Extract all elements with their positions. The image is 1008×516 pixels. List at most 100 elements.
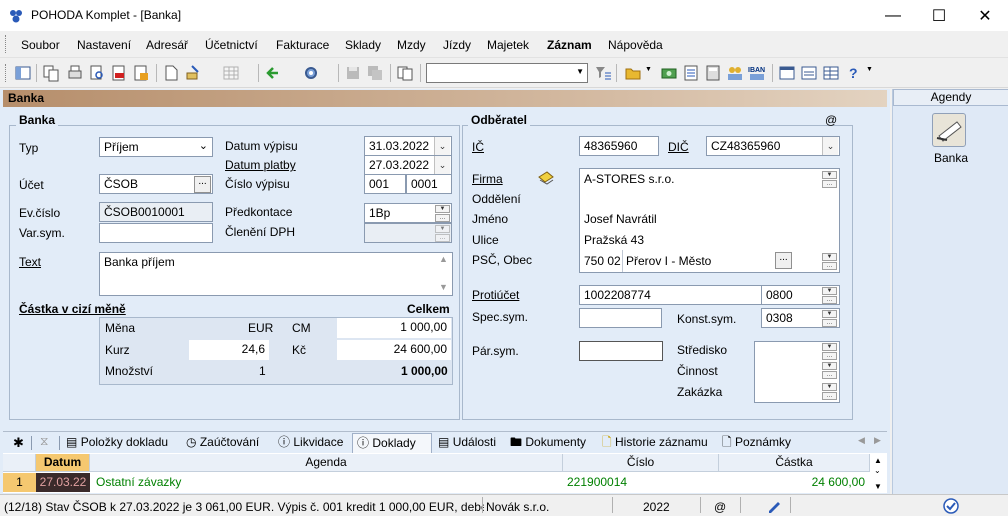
- grid-scroll-more-icon[interactable]: ⌄: [874, 466, 881, 475]
- ulice-value[interactable]: Pražská 43: [584, 233, 644, 247]
- print-icon[interactable]: [66, 64, 84, 82]
- menu-napoveda[interactable]: Nápověda: [608, 38, 663, 52]
- money-icon[interactable]: [660, 64, 678, 82]
- back-arrow-icon[interactable]: [264, 64, 282, 82]
- scroll-up-icon[interactable]: ▲: [439, 254, 448, 264]
- dic-dropdown-icon[interactable]: ⌄: [822, 137, 838, 155]
- agenda-item-banka[interactable]: Banka: [893, 151, 1008, 165]
- zakazka-browse-icon[interactable]: …: [822, 392, 837, 400]
- chevron-down-icon[interactable]: ▼: [576, 67, 584, 76]
- minimize-button[interactable]: —: [870, 0, 916, 31]
- edit-pen-icon[interactable]: [766, 498, 782, 514]
- menu-soubor[interactable]: Soubor: [21, 38, 60, 52]
- filter-icon[interactable]: ⧖: [40, 434, 48, 449]
- tab-likvidace[interactable]: ⓘ Likvidace: [274, 433, 343, 453]
- calculator-icon[interactable]: [704, 64, 722, 82]
- grid-scroll-up-icon[interactable]: ▲: [874, 456, 882, 465]
- panel-toggle-icon[interactable]: [14, 64, 32, 82]
- evcislo-field[interactable]: ČSOB0010001: [99, 202, 213, 222]
- grid-header-datum[interactable]: Datum: [36, 454, 90, 472]
- window-icon[interactable]: [778, 64, 796, 82]
- varsym-field[interactable]: [99, 223, 213, 243]
- copy-icon[interactable]: [42, 64, 60, 82]
- maximize-button[interactable]: ☐: [916, 0, 962, 31]
- tab-polozky[interactable]: ▤ Položky dokladu: [62, 433, 168, 453]
- menu-zaznam[interactable]: Záznam: [547, 38, 592, 52]
- bank-code-browse-icon[interactable]: …: [822, 296, 837, 304]
- asterisk-icon[interactable]: ✱: [13, 435, 24, 451]
- cinnost-dropdown-icon[interactable]: ▼: [822, 362, 837, 370]
- bank-code-dropdown-icon[interactable]: ▼: [822, 287, 837, 295]
- menu-nastaveni[interactable]: Nastavení: [77, 38, 131, 52]
- tabs-scroll-left-icon[interactable]: ◀: [858, 435, 865, 446]
- obec-browse-button[interactable]: ...: [775, 252, 792, 269]
- new-record-icon[interactable]: [162, 64, 180, 82]
- datum-platby-dropdown-icon[interactable]: ⌄: [434, 156, 450, 174]
- ic-label[interactable]: IČ: [472, 140, 484, 154]
- filter-list-icon[interactable]: [594, 64, 612, 82]
- bank-agenda-icon[interactable]: [932, 113, 966, 147]
- close-button[interactable]: ✕: [962, 0, 1008, 31]
- kurz-field[interactable]: 24,6: [189, 340, 269, 360]
- text-field[interactable]: Banka příjem: [99, 252, 453, 296]
- firma-browse-icon[interactable]: …: [822, 180, 837, 188]
- stredisko-browse-icon[interactable]: …: [822, 352, 837, 360]
- iban-icon[interactable]: IBAN: [748, 64, 766, 82]
- datum-platby-label[interactable]: Datum platby: [225, 158, 296, 172]
- grid-header-cislo[interactable]: Číslo: [563, 454, 719, 472]
- email-at-icon[interactable]: @: [825, 113, 837, 127]
- folder-icon[interactable]: [624, 64, 642, 82]
- ucet-browse-button[interactable]: ...: [194, 176, 211, 193]
- menu-mzdy[interactable]: Mzdy: [397, 38, 426, 52]
- form-view-icon[interactable]: [800, 64, 818, 82]
- firma-label[interactable]: Firma: [472, 172, 503, 186]
- psc-browse-icon[interactable]: …: [822, 262, 837, 270]
- dic-label[interactable]: DIČ: [668, 140, 689, 154]
- folder-dropdown-icon[interactable]: ▼: [645, 66, 652, 73]
- cislo-vypisu-field2[interactable]: 0001: [406, 174, 452, 194]
- tab-poznamky[interactable]: 🗋 Poznámky: [718, 433, 791, 453]
- firma-dropdown-icon[interactable]: ▼: [822, 171, 837, 179]
- tab-doklady[interactable]: ⓘ Doklady: [352, 433, 432, 453]
- help-icon[interactable]: ?: [846, 64, 864, 82]
- predkontace-dropdown-icon[interactable]: ▼: [435, 205, 450, 213]
- pdf-icon[interactable]: [110, 64, 128, 82]
- help-dropdown-icon[interactable]: ▼: [866, 66, 873, 73]
- people-icon[interactable]: [726, 64, 744, 82]
- check-circle-icon[interactable]: [942, 497, 960, 515]
- scroll-down-icon[interactable]: ▼: [439, 282, 448, 292]
- stredisko-dropdown-icon[interactable]: ▼: [822, 343, 837, 351]
- menu-ucetnictvi[interactable]: Účetnictví: [205, 38, 258, 52]
- menu-jizdy[interactable]: Jízdy: [443, 38, 471, 52]
- firma-value[interactable]: A-STORES s.r.o.: [584, 172, 674, 186]
- kc-field[interactable]: 24 600,00: [337, 340, 451, 360]
- specsym-field[interactable]: [579, 308, 662, 328]
- parsym-field[interactable]: [579, 341, 663, 361]
- grid-header-castka[interactable]: Částka: [719, 454, 870, 472]
- ic-field[interactable]: 48365960: [579, 136, 659, 156]
- datum-vypisu-dropdown-icon[interactable]: ⌄: [434, 137, 450, 155]
- protiucet-field[interactable]: 1002208774: [579, 285, 762, 305]
- settings-gear-icon[interactable]: [302, 64, 320, 82]
- status-at-icon[interactable]: @: [714, 500, 726, 514]
- jmeno-value[interactable]: Josef Navrátil: [584, 212, 657, 226]
- grid-scroll-down-icon[interactable]: ▼: [874, 482, 882, 491]
- typ-select[interactable]: Příjem ⌄: [99, 137, 213, 157]
- table-view-icon[interactable]: [822, 64, 840, 82]
- psc-dropdown-icon[interactable]: ▼: [822, 253, 837, 261]
- tab-udalosti[interactable]: ▤ Události: [434, 433, 496, 453]
- psc-value[interactable]: 750 02: [584, 254, 621, 268]
- zakazka-dropdown-icon[interactable]: ▼: [822, 383, 837, 391]
- print-preview-icon[interactable]: [88, 64, 106, 82]
- tabs-scroll-right-icon[interactable]: ▶: [874, 435, 881, 446]
- menu-fakturace[interactable]: Fakturace: [276, 38, 329, 52]
- address-book-icon[interactable]: [537, 169, 555, 187]
- grid-header-agenda[interactable]: Agenda: [90, 454, 563, 472]
- konstsym-browse-icon[interactable]: …: [822, 319, 837, 327]
- quick-search-combo[interactable]: ▼: [426, 63, 588, 83]
- export-icon[interactable]: [132, 64, 150, 82]
- cislo-vypisu-field[interactable]: 001: [364, 174, 406, 194]
- cinnost-browse-icon[interactable]: …: [822, 371, 837, 379]
- menu-majetek[interactable]: Majetek: [487, 38, 529, 52]
- predkontace-browse-icon[interactable]: …: [435, 214, 450, 222]
